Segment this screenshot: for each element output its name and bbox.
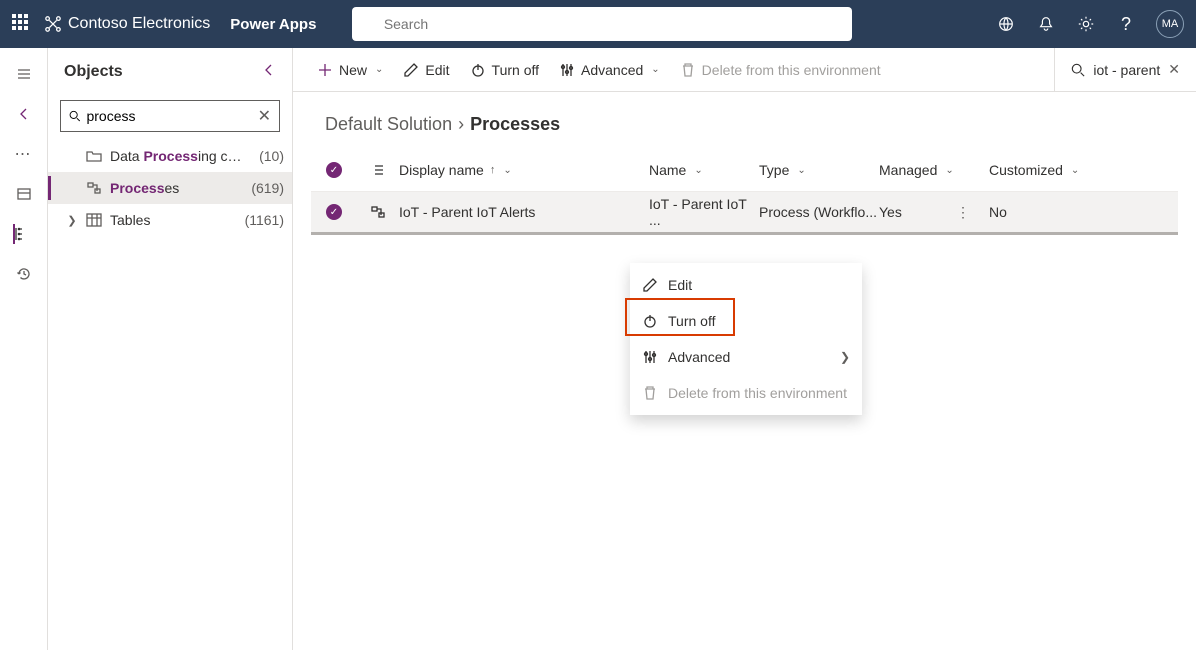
cell-display-name: IoT - Parent IoT Alerts [399, 204, 649, 220]
tree-item-data-processing[interactable]: Data Processing con... (10) [48, 140, 292, 172]
waffle-icon[interactable] [12, 14, 32, 34]
ctx-delete: Delete from this environment [630, 375, 862, 411]
app-name: Power Apps [230, 16, 316, 33]
org-name: Contoso Electronics [68, 15, 210, 33]
panel-search-input[interactable] [86, 108, 251, 124]
turnoff-button[interactable]: Turn off [462, 54, 547, 86]
advanced-button[interactable]: Advanced⌄ [551, 54, 668, 86]
rail-back[interactable] [14, 104, 34, 124]
col-customized[interactable]: Customized ⌄ [989, 162, 1099, 178]
search-icon [1071, 63, 1085, 77]
tree-item-tables[interactable]: ❯ Tables (1161) [48, 204, 292, 236]
breadcrumb: Default Solution › Processes [293, 92, 1196, 149]
rail-menu[interactable] [14, 64, 34, 84]
notifications-icon[interactable] [1036, 14, 1056, 34]
row-more-button[interactable]: ⋮ [951, 200, 975, 224]
edit-icon [642, 277, 658, 293]
search-icon [69, 109, 80, 123]
left-rail: ⋯ [0, 48, 48, 650]
flow-icon [370, 205, 386, 219]
environment-icon[interactable] [996, 14, 1016, 34]
chevron-down-icon: ⌄ [375, 64, 383, 75]
tree-label: Data Processing con... [110, 148, 247, 164]
filter-text: iot - parent [1093, 62, 1160, 78]
col-name[interactable]: Name ⌄ [649, 162, 759, 178]
edit-button[interactable]: Edit [395, 54, 457, 86]
flow-icon [86, 180, 102, 196]
cell-type: Process (Workflo... [759, 204, 879, 220]
row-checkbox[interactable]: ✓ [326, 204, 342, 220]
select-all-checkbox[interactable]: ✓ [326, 162, 342, 178]
breadcrumb-current: Processes [470, 114, 560, 135]
rail-tables[interactable] [14, 184, 34, 204]
col-managed[interactable]: Managed ⌄ [879, 162, 989, 178]
global-search[interactable] [352, 7, 852, 41]
chevron-right-icon: ❯ [840, 350, 850, 364]
clear-search-button[interactable]: ✕ [258, 106, 271, 126]
search-icon [362, 17, 375, 31]
process-grid: ✓ Display name ↑ ⌄ Name ⌄ Type ⌄ Managed… [293, 149, 1196, 235]
filter-pill[interactable]: iot - parent ✕ [1071, 61, 1180, 78]
table-icon [86, 212, 102, 228]
global-search-input[interactable] [384, 16, 843, 32]
sliders-icon [642, 349, 658, 365]
rail-history[interactable] [14, 264, 34, 284]
rail-more[interactable]: ⋯ [14, 144, 34, 164]
list-icon[interactable] [371, 163, 385, 177]
settings-icon[interactable] [1076, 14, 1096, 34]
delete-button: Delete from this environment [672, 54, 889, 86]
help-icon[interactable]: ? [1116, 14, 1136, 34]
objects-panel: Objects ✕ Data Processing con... (10) Pr… [48, 48, 293, 650]
chevron-right-icon[interactable]: ❯ [66, 214, 78, 227]
breadcrumb-root[interactable]: Default Solution [325, 114, 452, 135]
tree-item-processes[interactable]: Processes (619) [48, 172, 292, 204]
grid-header: ✓ Display name ↑ ⌄ Name ⌄ Type ⌄ Managed… [311, 149, 1178, 191]
tree-label: Processes [110, 180, 239, 196]
folder-icon [86, 148, 102, 164]
col-type[interactable]: Type ⌄ [759, 162, 879, 178]
table-row[interactable]: ✓ IoT - Parent IoT Alerts ⋮ IoT - Parent… [311, 191, 1178, 235]
ctx-turnoff[interactable]: Turn off [630, 303, 862, 339]
ctx-edit[interactable]: Edit [630, 267, 862, 303]
ctx-advanced[interactable]: Advanced ❯ [630, 339, 862, 375]
clear-filter-button[interactable]: ✕ [1168, 61, 1180, 78]
avatar[interactable]: MA [1156, 10, 1184, 38]
panel-title: Objects [64, 63, 123, 81]
power-icon [642, 313, 658, 329]
context-menu: Edit Turn off Advanced ❯ Delete from thi… [630, 263, 862, 415]
trash-icon [642, 385, 658, 401]
cell-customized: No [989, 204, 1099, 220]
panel-search[interactable]: ✕ [60, 100, 280, 132]
cell-name: IoT - Parent IoT ... [649, 196, 759, 228]
tree-label: Tables [110, 212, 233, 228]
command-bar: New⌄ Edit Turn off Advanced⌄ Delete from… [293, 48, 1196, 92]
chevron-down-icon: ⌄ [651, 64, 659, 75]
rail-objects[interactable] [13, 224, 33, 244]
collapse-panel-button[interactable] [262, 63, 276, 82]
col-display-name[interactable]: Display name ↑ ⌄ [399, 162, 649, 178]
sort-asc-icon: ↑ [490, 164, 496, 176]
org-logo[interactable]: Contoso Electronics [44, 15, 210, 33]
new-button[interactable]: New⌄ [309, 54, 391, 86]
top-bar: Contoso Electronics Power Apps ? MA [0, 0, 1196, 48]
